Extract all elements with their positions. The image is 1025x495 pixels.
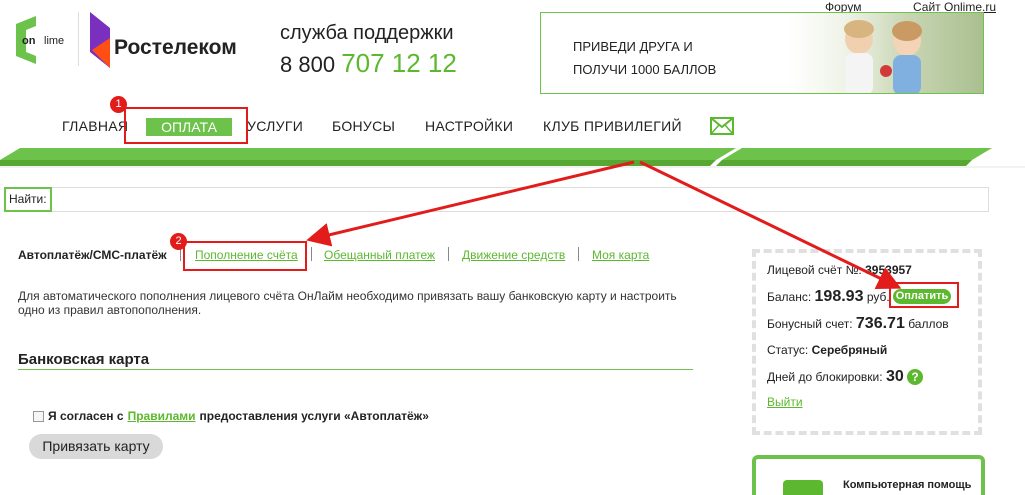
onlime-logo-lime: lime [44,35,64,47]
logout-link[interactable]: Выйти [767,395,803,409]
agree-checkbox[interactable] [33,410,44,422]
agree-suffix: предоставления услуги «Автоплатёж» [199,409,429,423]
tab-funds-movement[interactable]: Движение средств [462,248,565,262]
rules-link[interactable]: Правилами [128,409,196,423]
account-label: Лицевой счёт №: [767,263,862,277]
rostelecom-logo[interactable]: Ростелеком [88,10,258,70]
agree-prefix: Я согласен с [48,409,124,423]
status-row: Статус: Серебряный [767,343,887,357]
status-value: Серебряный [811,343,888,357]
search-input[interactable] [4,187,989,212]
balance-label: Баланс: [767,290,812,304]
tab-separator [311,247,312,261]
annotation-box-pay [889,282,959,308]
balance-value: 198.93 [814,288,864,305]
promo-line-1: ПРИВЕДИ ДРУГА И [573,39,693,54]
promo-text: ПРИВЕДИ ДРУГА И ПОЛУЧИ 1000 БАЛЛОВ [573,35,716,81]
bonus-unit: баллов [908,317,949,331]
support-phone-number: 707 12 12 [341,48,457,78]
header-divider [78,12,79,66]
promo-children-photo [789,13,983,93]
block-days-value: 30 [885,368,904,385]
account-number-row: Лицевой счёт №: 3953957 [767,263,912,277]
nav-privilege-club[interactable]: КЛУБ ПРИВИЛЕГИЙ [543,118,682,134]
search-label: Найти: [4,187,52,212]
tab-promised-payment[interactable]: Обещанный платеж [324,248,435,262]
bind-card-button[interactable]: Привязать карту [29,434,163,459]
annotation-badge-1: 1 [110,96,127,113]
rostelecom-logo-text: Ростелеком [114,36,237,59]
tab-my-card[interactable]: Моя карта [592,248,649,262]
autopay-description: Для автоматического пополнения лицевого … [18,289,677,317]
tab-separator [578,247,579,261]
promo-banner[interactable]: ПРИВЕДИ ДРУГА И ПОЛУЧИ 1000 БАЛЛОВ [540,12,984,94]
support-label: служба поддержки [280,22,454,44]
block-days-row: Дней до блокировки: 30 [767,368,904,386]
annotation-box-top-up [183,241,307,271]
nav-green-band [0,146,1025,168]
support-phone: 8 800 707 12 12 [280,48,457,79]
bonus-value: 736.71 [855,315,905,332]
question-icon[interactable]: ? [907,369,923,385]
section-divider [18,369,693,370]
nav-settings[interactable]: НАСТРОЙКИ [425,118,513,134]
onlime-logo[interactable]: on lime [14,14,72,66]
agree-row: Я согласен с Правилами предоставления ус… [33,409,429,423]
balance-unit: руб. [866,290,890,304]
annotation-badge-2: 2 [170,233,187,250]
computer-help-title: Компьютерная помощь [843,479,972,491]
onlime-logo-on: on [22,35,36,47]
block-days-label: Дней до блокировки: [767,370,883,384]
account-number: 3953957 [865,263,912,277]
support-phone-prefix: 8 800 [280,52,336,77]
envelope-icon[interactable] [710,117,734,140]
computer-help-icon [783,480,823,495]
tab-separator [448,247,449,261]
nav-bonuses[interactable]: БОНУСЫ [332,118,395,134]
bonus-row: Бонусный счет: 736.71 баллов [767,315,949,333]
balance-row: Баланс: 198.93 руб. [767,288,890,306]
status-label: Статус: [767,343,809,357]
nav-services[interactable]: УСЛУГИ [247,118,303,134]
promo-line-2: ПОЛУЧИ 1000 БАЛЛОВ [573,62,717,77]
tab-autopay-sms[interactable]: Автоплатёж/СМС-платёж [18,248,167,262]
bank-card-title: Банковская карта [18,351,150,368]
bonus-label: Бонусный счет: [767,317,853,331]
annotation-box-payment [124,107,248,144]
nav-home[interactable]: ГЛАВНАЯ [62,118,128,134]
